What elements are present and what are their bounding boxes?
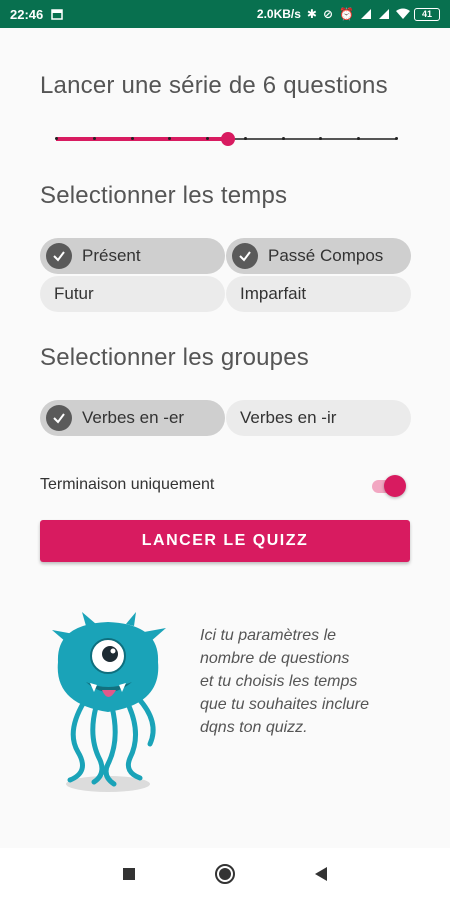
help-text: Ici tu paramètres le nombre de questions…: [200, 624, 420, 739]
chip-label: Imparfait: [240, 284, 307, 303]
recents-button[interactable]: [117, 862, 141, 886]
battery-icon: 41: [414, 7, 440, 21]
tenses-title: Selectionner les temps: [40, 182, 288, 209]
check-icon: [46, 405, 72, 431]
calendar-icon: [51, 8, 63, 20]
terminaison-label: Terminaison uniquement: [40, 476, 215, 493]
back-icon: [315, 867, 327, 881]
check-icon: [46, 243, 72, 269]
slider-tick: [395, 137, 398, 140]
switch-thumb: [384, 475, 406, 497]
system-nav-bar: [0, 848, 450, 900]
check-icon: [232, 243, 258, 269]
status-bar: 22:46 2.0KB/s ✱ ⊘ ⏰ 41: [0, 0, 450, 28]
questions-title: Lancer une série de 6 questions: [40, 72, 388, 99]
chip-verbes-er[interactable]: Verbes en -er: [40, 400, 225, 436]
slider-tick: [243, 137, 247, 140]
chip-present[interactable]: Présent: [40, 238, 225, 274]
help-line: nombre de questions: [200, 650, 350, 667]
status-time: 22:46: [10, 6, 44, 22]
help-line: Ici tu paramètres le: [200, 627, 337, 644]
terminaison-switch[interactable]: [370, 475, 408, 497]
help-line: et tu choisis les temps: [200, 673, 358, 690]
signal-icon: [360, 8, 372, 20]
status-right: 2.0KB/s ✱ ⊘ ⏰ 41: [257, 7, 440, 21]
monster-illustration: [46, 612, 176, 802]
home-button[interactable]: [213, 862, 237, 886]
chip-label: Futur: [54, 284, 94, 303]
slider-tick: [281, 137, 285, 140]
network-speed: 2.0KB/s: [256, 7, 301, 21]
chip-futur[interactable]: Futur: [40, 276, 225, 312]
chip-imparfait[interactable]: Imparfait: [226, 276, 411, 312]
chip-label: Verbes en -ir: [240, 408, 337, 427]
dnd-icon: ⊘: [322, 7, 334, 21]
chip-label: Passé Compos: [268, 246, 384, 265]
chip-passe-compose[interactable]: Passé Compos: [226, 238, 411, 274]
questions-slider[interactable]: [55, 128, 398, 150]
home-icon: [215, 864, 235, 884]
groups-title: Selectionner les groupes: [40, 344, 309, 371]
signal-2-icon: [378, 8, 390, 20]
help-line: dqns ton quizz.: [200, 719, 308, 736]
wifi-icon: [396, 8, 410, 20]
slider-tick: [92, 137, 96, 140]
recents-icon: [123, 868, 135, 880]
slider-thumb[interactable]: [221, 132, 235, 146]
chip-label: Présent: [82, 246, 141, 265]
chip-label: Verbes en -er: [82, 408, 185, 427]
help-line: que tu souhaites inclure: [200, 696, 369, 713]
slider-tick: [130, 137, 134, 140]
bluetooth-icon: ✱: [306, 7, 317, 21]
alarm-icon: ⏰: [339, 7, 354, 21]
battery-level: 41: [421, 8, 432, 19]
launch-quiz-button[interactable]: LANCER LE QUIZZ: [40, 520, 410, 562]
slider-tick: [55, 137, 58, 140]
slider-track-active: [56, 137, 228, 141]
back-button[interactable]: [309, 862, 333, 886]
chip-verbes-ir[interactable]: Verbes en -ir: [226, 400, 411, 436]
